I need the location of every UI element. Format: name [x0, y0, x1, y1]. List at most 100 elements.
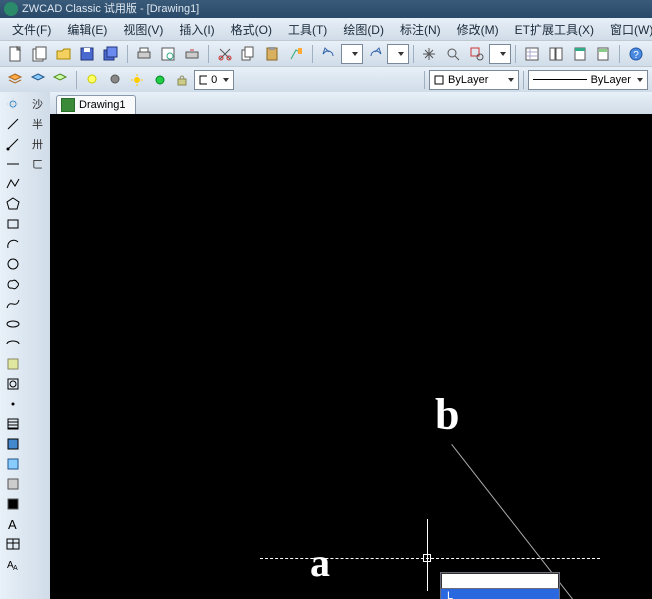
- help-icon[interactable]: ?: [625, 43, 647, 65]
- menu-dim[interactable]: 标注(N): [392, 21, 449, 38]
- drawing-wrapper: Drawing1 a b L LA LAS LASTANGLE LASTCMDA…: [50, 92, 652, 599]
- ellipse-icon[interactable]: [2, 315, 24, 333]
- osnap-track-icon[interactable]: [2, 95, 24, 113]
- boundary-icon[interactable]: [2, 475, 24, 493]
- ray-icon[interactable]: [2, 135, 24, 153]
- paste-icon[interactable]: [261, 43, 283, 65]
- layer-combo[interactable]: 0: [194, 70, 235, 90]
- cn-char-3[interactable]: 卅: [27, 135, 49, 153]
- draw-palette: A AA: [0, 92, 25, 599]
- text-icon[interactable]: A: [2, 515, 24, 533]
- bulb-off-icon[interactable]: [104, 69, 125, 91]
- doc-tab-icon: [61, 98, 75, 112]
- command-input[interactable]: [441, 573, 559, 589]
- redo-dropdown[interactable]: [387, 44, 409, 64]
- saveall-icon[interactable]: [100, 43, 122, 65]
- pline-icon[interactable]: [2, 175, 24, 193]
- open-icon[interactable]: [53, 43, 75, 65]
- block-make-icon[interactable]: [2, 375, 24, 393]
- lineweight-combo[interactable]: ByLayer: [528, 70, 648, 90]
- app-icon: [4, 2, 18, 16]
- lineweight-preview: [533, 79, 587, 80]
- title-bar: ZWCAD Classic 试用版 - [Drawing1]: [0, 0, 652, 18]
- region-icon[interactable]: [2, 455, 24, 473]
- cn-char-2[interactable]: 半: [27, 115, 49, 133]
- svg-text:A: A: [8, 517, 17, 532]
- standard-toolbar: ?: [0, 40, 652, 66]
- pick-box: [423, 554, 431, 562]
- wipeout-icon[interactable]: [2, 495, 24, 513]
- layer-prev-icon[interactable]: [28, 69, 49, 91]
- cut-icon[interactable]: [214, 43, 236, 65]
- arc-icon[interactable]: [2, 235, 24, 253]
- bulb-on-icon[interactable]: [82, 69, 103, 91]
- match-icon[interactable]: [285, 43, 307, 65]
- pan-icon[interactable]: [419, 43, 441, 65]
- rect-icon[interactable]: [2, 215, 24, 233]
- plot-preview-icon[interactable]: [157, 43, 179, 65]
- lock-icon[interactable]: [172, 69, 193, 91]
- polygon-icon[interactable]: [2, 195, 24, 213]
- separator: [619, 45, 620, 63]
- autocomplete-item-0[interactable]: L: [441, 589, 559, 599]
- calc-icon[interactable]: [592, 43, 614, 65]
- gradient-icon[interactable]: [2, 435, 24, 453]
- separator: [208, 45, 209, 63]
- menu-window[interactable]: 窗口(W): [602, 21, 652, 38]
- menu-insert[interactable]: 插入(I): [171, 21, 222, 38]
- block-icon[interactable]: [2, 355, 24, 373]
- separator: [523, 71, 524, 89]
- cn-char-4[interactable]: ㄈ: [27, 155, 49, 173]
- batch-plot-icon[interactable]: [181, 43, 203, 65]
- layer-mgr-icon[interactable]: [5, 69, 26, 91]
- spline-icon[interactable]: [2, 295, 24, 313]
- props-icon[interactable]: [521, 43, 543, 65]
- menu-bar: 文件(F) 编辑(E) 视图(V) 插入(I) 格式(O) 工具(T) 绘图(D…: [0, 18, 652, 40]
- undo-dropdown[interactable]: [341, 44, 363, 64]
- freeze-icon[interactable]: [149, 69, 170, 91]
- menu-file[interactable]: 文件(F): [4, 21, 59, 38]
- zoom-dropdown[interactable]: [489, 44, 511, 64]
- color-bylayer-combo[interactable]: ByLayer: [429, 70, 519, 90]
- svg-text:A: A: [13, 565, 18, 572]
- mtext-icon[interactable]: AA: [2, 555, 24, 573]
- menu-modify[interactable]: 修改(M): [449, 21, 507, 38]
- menu-tools[interactable]: 工具(T): [280, 21, 335, 38]
- zoom-ext-icon[interactable]: [442, 43, 464, 65]
- menu-draw[interactable]: 绘图(D): [335, 21, 392, 38]
- mult-doc-icon[interactable]: [29, 43, 51, 65]
- hatch-icon[interactable]: [2, 415, 24, 433]
- autocomplete-list[interactable]: L LA LAS LASTANGLE LASTCMDANG: [441, 589, 559, 599]
- document-tab[interactable]: Drawing1: [56, 95, 136, 114]
- plot-icon[interactable]: [133, 43, 155, 65]
- window-title: ZWCAD Classic 试用版 - [Drawing1]: [22, 0, 199, 18]
- xline-icon[interactable]: [2, 155, 24, 173]
- undo-icon[interactable]: [318, 43, 340, 65]
- line-icon[interactable]: [2, 115, 24, 133]
- copy-icon[interactable]: [237, 43, 259, 65]
- document-tab-row: Drawing1: [50, 92, 652, 114]
- redo-icon[interactable]: [364, 43, 386, 65]
- toolpalette-icon[interactable]: [569, 43, 591, 65]
- layer-toolbar: 0 ByLayer ByLayer: [0, 66, 652, 92]
- designcenter-icon[interactable]: [545, 43, 567, 65]
- sun-icon[interactable]: [127, 69, 148, 91]
- menu-view[interactable]: 视图(V): [115, 21, 171, 38]
- cn-char-1[interactable]: 沙: [27, 95, 49, 113]
- model-canvas[interactable]: a b L LA LAS LASTANGLE LASTCMDANG: [50, 114, 652, 599]
- revcloud-icon[interactable]: [2, 275, 24, 293]
- new-doc-icon[interactable]: [5, 43, 27, 65]
- point-icon[interactable]: [2, 395, 24, 413]
- zoom-win-icon[interactable]: [466, 43, 488, 65]
- table-icon[interactable]: [2, 535, 24, 553]
- doc-tab-label: Drawing1: [79, 99, 125, 111]
- separator: [312, 45, 313, 63]
- save-icon[interactable]: [76, 43, 98, 65]
- menu-et[interactable]: ET扩展工具(X): [507, 21, 602, 38]
- menu-edit[interactable]: 编辑(E): [59, 21, 115, 38]
- circle-icon[interactable]: [2, 255, 24, 273]
- annotation-b: b: [435, 389, 459, 440]
- ellipse-arc-icon[interactable]: [2, 335, 24, 353]
- layer-filter-icon[interactable]: [50, 69, 71, 91]
- menu-format[interactable]: 格式(O): [223, 21, 280, 38]
